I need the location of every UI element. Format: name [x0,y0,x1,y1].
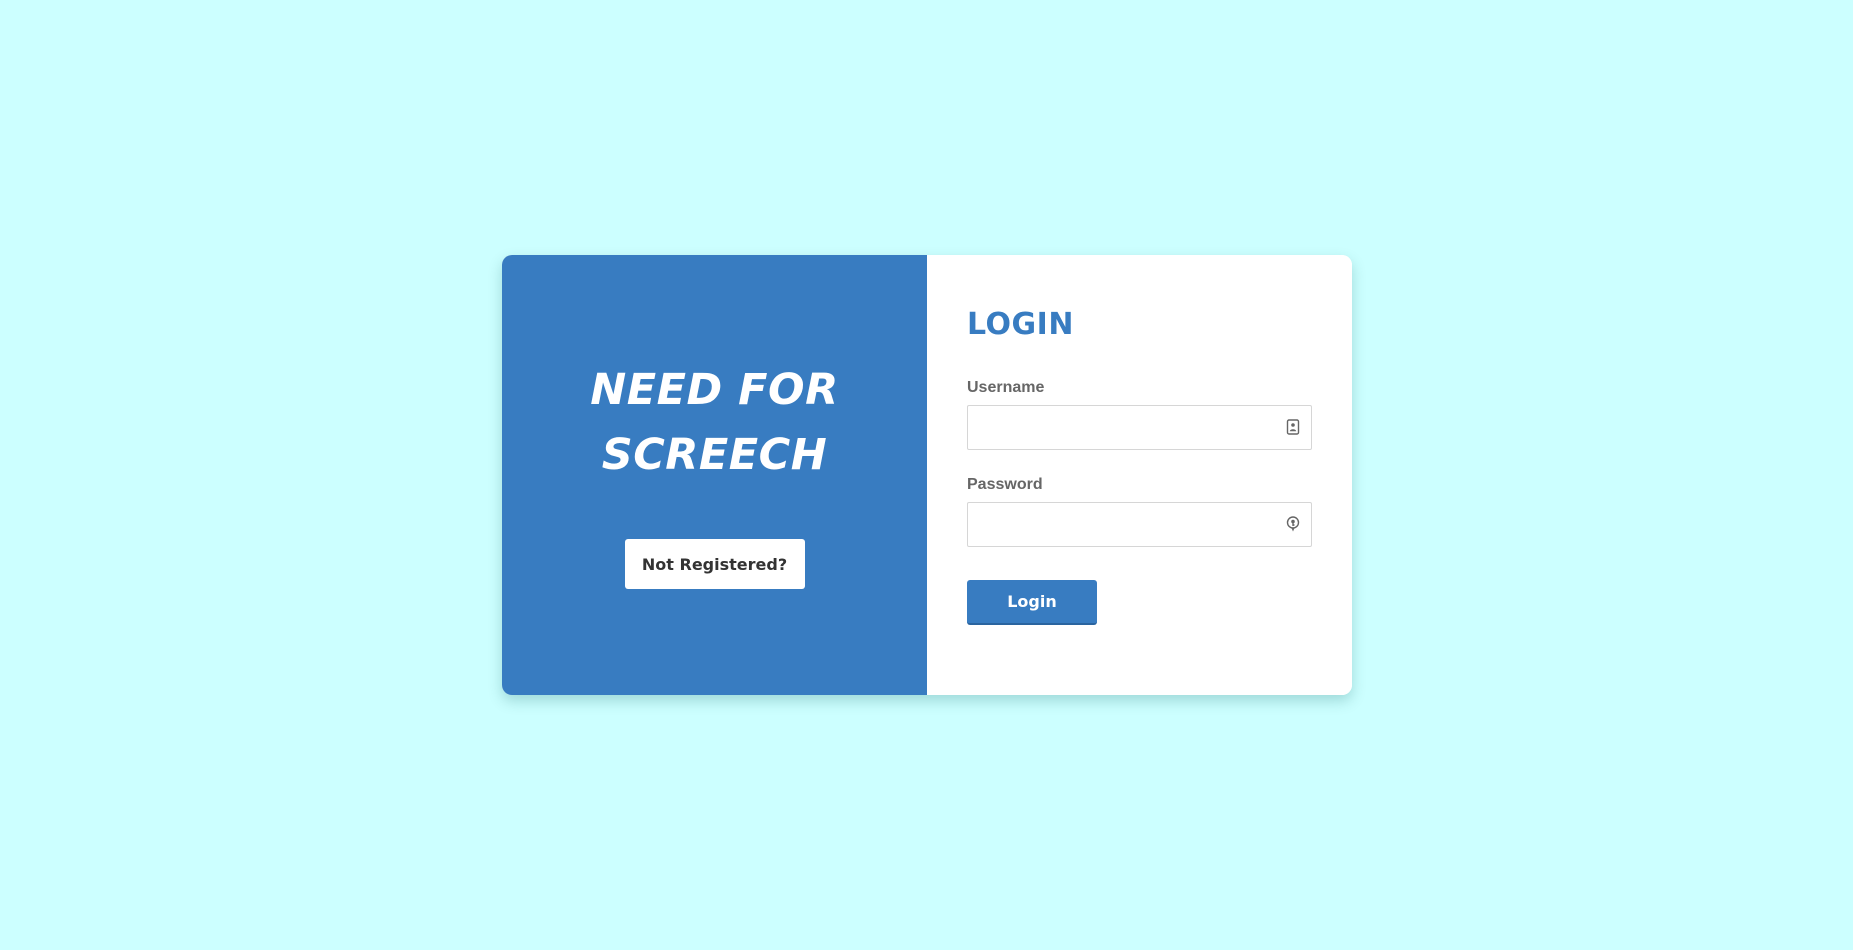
username-label: Username [967,379,1045,396]
login-panel: LOGIN Username Password Login [927,255,1352,695]
login-heading: LOGIN [967,307,1074,342]
not-registered-button[interactable]: Not Registered? [624,539,805,589]
username-field-wrapper [967,405,1312,450]
brand-title: NEED FOR SCREECH [590,365,839,480]
login-card: NEED FOR SCREECH Not Registered? LOGIN U… [502,255,1352,695]
username-input[interactable] [967,405,1312,450]
id-card-icon [1286,419,1300,435]
password-label: Password [967,476,1043,493]
key-icon [1286,516,1300,532]
password-input[interactable] [967,502,1312,547]
login-button[interactable]: Login [967,580,1097,625]
password-field-wrapper [967,502,1312,547]
brand-panel: NEED FOR SCREECH Not Registered? [502,255,927,695]
